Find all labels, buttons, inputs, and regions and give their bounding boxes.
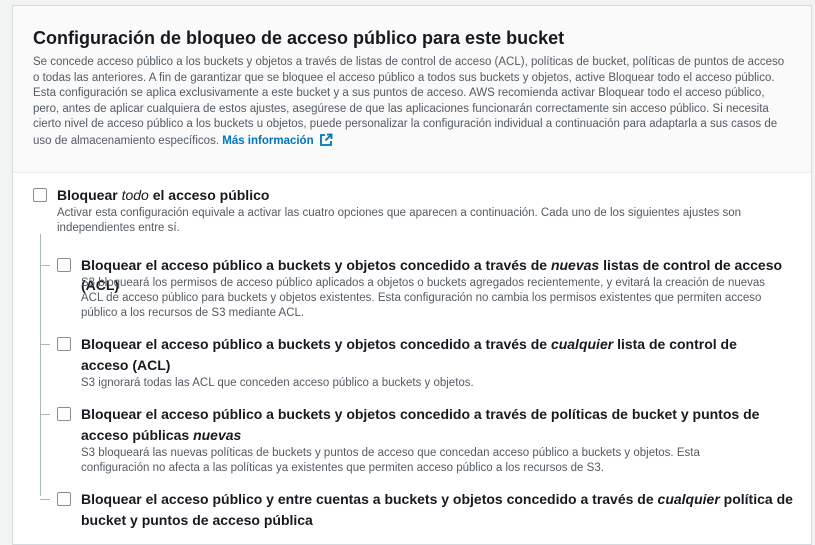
block-all-label-pre: Bloquear: [57, 187, 122, 203]
block-all-checkbox[interactable]: [33, 188, 47, 202]
option-new-acl-checkbox[interactable]: [57, 258, 71, 272]
panel-description: Se concede acceso público a los buckets …: [33, 55, 793, 149]
tree-branch: [40, 265, 50, 266]
option-any-acl-label[interactable]: Bloquear el acceso público a buckets y o…: [81, 334, 771, 376]
block-all-label-post: el acceso público: [148, 187, 270, 203]
block-public-access-panel: Configuración de bloqueo de acceso públi…: [12, 5, 812, 545]
block-all-label-em: todo: [121, 187, 149, 203]
external-link-icon: [319, 133, 333, 146]
option-new-acl-description: S3 bloqueará los permisos de acceso públ…: [81, 277, 766, 319]
option-label-pre: Bloquear el acceso público a buckets y o…: [81, 257, 551, 273]
option-any-acl-description: S3 ignorará todas las ACL que conceden a…: [81, 377, 474, 389]
option-any-policy-label[interactable]: Bloquear el acceso público y entre cuent…: [81, 489, 793, 531]
tree-branch: [40, 499, 50, 500]
block-all-description: Activar esta configuración equivale a ac…: [57, 207, 742, 234]
panel-title: Configuración de bloqueo de acceso públi…: [33, 28, 565, 48]
option-new-policies-description: S3 bloqueará las nuevas políticas de buc…: [81, 447, 700, 474]
option-label-pre: Bloquear el acceso público a buckets y o…: [81, 336, 551, 352]
option-new-policies-label[interactable]: Bloquear el acceso público a buckets y o…: [81, 404, 793, 446]
option-any-policy-checkbox[interactable]: [57, 492, 71, 506]
option-new-policies-checkbox[interactable]: [57, 407, 71, 421]
tree-connector: [40, 234, 41, 496]
tree-branch: [40, 344, 50, 345]
option-label-pre: Bloquear el acceso público a buckets y o…: [81, 406, 760, 443]
panel-header: Configuración de bloqueo de acceso públi…: [13, 6, 811, 173]
block-all-label[interactable]: Bloquear todo el acceso público: [57, 185, 777, 205]
panel-description-text: Se concede acceso público a los buckets …: [33, 56, 785, 147]
option-label-em: nuevas: [550, 257, 600, 273]
option-label-em: cualquier: [657, 491, 720, 507]
tree-branch: [40, 414, 50, 415]
learn-more-link[interactable]: Más información: [222, 133, 333, 147]
option-label-em: nuevas: [193, 427, 242, 443]
option-any-acl-checkbox[interactable]: [57, 337, 71, 351]
option-label-em: cualquier: [550, 336, 614, 352]
learn-more-label: Más información: [222, 134, 314, 147]
option-label-pre: Bloquear el acceso público y entre cuent…: [81, 491, 658, 507]
